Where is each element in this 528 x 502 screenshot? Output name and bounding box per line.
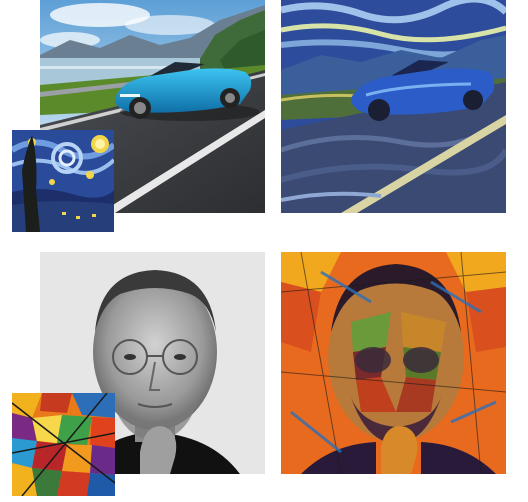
abstract-mosaic-painting	[12, 393, 115, 496]
car-stylized-starry-night	[281, 0, 506, 213]
portrait-stylized-mosaic	[281, 252, 506, 474]
starry-night-painting	[12, 130, 114, 232]
